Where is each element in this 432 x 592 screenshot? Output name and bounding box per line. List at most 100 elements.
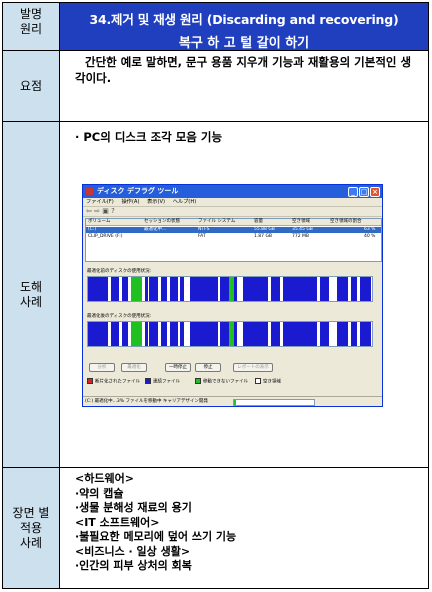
status-bar: (C:) 最適化中...3% ファイルを移動中 キャリアデザイン開発 <box>83 396 382 406</box>
illustration-bullet: · PC의 디스크 조각 모음 기능 <box>75 130 223 144</box>
maximize-icon[interactable]: □ <box>359 186 369 197</box>
usage-segment <box>282 277 317 301</box>
application-content: <하드웨어> ·약의 캡슐 ·생물 분해성 재료의 용기 <IT 소프트웨어> … <box>69 468 428 588</box>
usage-segment <box>271 277 280 301</box>
col-session[interactable]: セッションの状態 <box>144 219 180 225</box>
usage-segment <box>149 322 158 346</box>
usage-segment <box>220 322 229 346</box>
menu-help[interactable]: ヘルプ(H) <box>173 199 197 205</box>
application-item: ·약의 캡슐 <box>75 486 124 500</box>
usage-segment <box>169 322 179 346</box>
application-item: <IT 소프트웨어> <box>75 515 160 529</box>
volume-list-header: ボリューム セッションの状態 ファイル システム 容量 空き領域 空き領域の割合 <box>86 219 381 226</box>
col-free-pct[interactable]: 空き領域の割合 <box>330 219 362 225</box>
cell: (C:) <box>88 227 97 232</box>
usage-segment <box>328 277 338 301</box>
window-title: ディスク デフラグ ツール <box>97 187 179 195</box>
application-label: 장면 별 적용 사례 <box>3 468 60 588</box>
toolbar: ⇦ ⇨ ▣ ? <box>83 207 382 217</box>
cell: 63 % <box>364 227 376 232</box>
defrag-screenshot: ディスク デフラグ ツール _ □ × ファイル(F) 操作(A) 表示(V) … <box>82 184 383 407</box>
principle-title: 34.제거 및 재생 원리 (Discarding and recovering… <box>89 12 399 27</box>
usage-segment <box>130 322 142 346</box>
cell: 35.45 GB <box>292 227 313 232</box>
usage-segment <box>320 277 329 301</box>
col-free[interactable]: 空き領域 <box>292 219 310 225</box>
defrag-app-icon <box>86 188 93 195</box>
col-filesystem[interactable]: ファイル システム <box>198 219 235 225</box>
action-buttons: 分析 最適化 一時停止 停止 レポートの表示 <box>83 363 382 373</box>
illustration-content: · PC의 디스크 조각 모음 기능 ディスク デフラグ ツール _ □ × フ… <box>69 122 428 467</box>
legend-item: 連続ファイル <box>145 378 180 387</box>
col-capacity[interactable]: 容量 <box>254 219 263 225</box>
forward-arrow-icon[interactable]: ⇨ <box>94 207 100 215</box>
col-volume[interactable]: ボリューム <box>88 219 110 225</box>
menu-file[interactable]: ファイル(F) <box>86 199 114 205</box>
cell: NTFS <box>198 227 210 232</box>
close-icon[interactable]: × <box>370 186 380 197</box>
cell: 最適化中... <box>144 227 167 232</box>
application-item: ·불필요한 메모리에 덮어 쓰기 기능 <box>75 530 237 543</box>
after-label: 最適化後のディスクの使用状況: <box>87 314 152 319</box>
help-icon[interactable]: ? <box>111 207 115 215</box>
usage-segment <box>359 277 372 301</box>
before-label: 最適化前のディスクの使用状況: <box>87 269 152 274</box>
usage-segment <box>189 322 219 346</box>
principle-label: 발명 원리 <box>3 3 60 50</box>
usage-segment <box>169 277 179 301</box>
application-item: <비즈니스 · 일상 생활> <box>75 544 191 558</box>
application-row: 장면 별 적용 사례 <하드웨어> ·약의 캡슐 ·생물 분해성 재료의 용기 … <box>3 468 428 588</box>
menu-view[interactable]: 表示(V) <box>147 199 165 205</box>
usage-segment <box>371 277 372 301</box>
menu-action[interactable]: 操作(A) <box>121 199 139 205</box>
principle-row: 발명 원리 34.제거 및 재생 원리 (Discarding and reco… <box>3 3 428 51</box>
summary-row: 요점 간단한 예로 말하면, 문구 용품 지우개 기능과 재활용의 기본적인 생… <box>3 51 428 122</box>
usage-segment <box>282 322 317 346</box>
application-item: <하드웨어> <box>75 472 134 485</box>
usage-segment <box>149 277 158 301</box>
disk-usage-group: 最適化前のディスクの使用状況: 最適化後のディスクの使用状況: <box>85 268 380 358</box>
usage-segment <box>337 322 349 346</box>
summary-text: 간단한 예로 말하면, 문구 용품 지우개 기능과 재활용의 기본적인 생각이다… <box>75 55 412 85</box>
usage-segment <box>110 322 120 346</box>
volume-row[interactable]: CLIP_DRIVE (F:) FAT 1.87 GB 772 MB 40 % <box>86 234 381 240</box>
usage-segment <box>337 277 349 301</box>
summary-label: 요점 <box>3 51 60 121</box>
legend-item: 移動できないファイル <box>195 378 248 387</box>
principle-title-banner: 34.제거 및 재생 원리 (Discarding and recovering… <box>60 3 428 51</box>
view-report-button[interactable]: レポートの表示 <box>233 363 273 372</box>
usage-segment <box>220 277 229 301</box>
legend: 断片化されたファイル 連続ファイル 移動できないファイル 空き領域 <box>87 378 377 386</box>
cell: 55.88 GB <box>254 227 275 232</box>
usage-segment <box>271 322 280 346</box>
window-titlebar: ディスク デフラグ ツール _ □ × <box>83 185 382 198</box>
properties-icon[interactable]: ▣ <box>102 207 109 215</box>
cell: CLIP_DRIVE (F:) <box>88 234 123 239</box>
application-item: ·인간의 피부 상처의 회복 <box>75 559 192 572</box>
illustration-label: 도해 사례 <box>3 122 60 467</box>
usage-segment <box>189 277 219 301</box>
usage-segment <box>320 322 329 346</box>
usage-segment <box>88 277 108 301</box>
menu-bar: ファイル(F) 操作(A) 表示(V) ヘルプ(H) <box>83 198 382 207</box>
legend-item: 空き領域 <box>255 378 281 387</box>
volume-row[interactable]: (C:) 最適化中... NTFS 55.88 GB 35.45 GB 63 % <box>86 227 381 233</box>
pause-button[interactable]: 一時停止 <box>165 363 191 372</box>
analyze-button[interactable]: 分析 <box>89 363 115 372</box>
stop-button[interactable]: 停止 <box>195 363 221 372</box>
usage-segment <box>328 322 338 346</box>
application-item: ·생물 분해성 재료의 용기 <box>75 501 192 514</box>
cell: 1.87 GB <box>254 234 273 239</box>
defragment-button[interactable]: 最適化 <box>121 363 147 372</box>
usage-segment <box>371 322 372 346</box>
usage-segment <box>130 277 142 301</box>
after-usage-bar <box>87 321 373 347</box>
illustration-row: 도해 사례 · PC의 디스크 조각 모음 기능 ディスク デフラグ ツール _… <box>3 122 428 468</box>
before-usage-bar <box>87 276 373 302</box>
usage-segment <box>88 322 108 346</box>
back-arrow-icon[interactable]: ⇦ <box>86 207 92 215</box>
usage-segment <box>359 322 372 346</box>
usage-segment <box>110 277 120 301</box>
minimize-icon[interactable]: _ <box>348 186 358 197</box>
cell: FAT <box>198 234 206 239</box>
